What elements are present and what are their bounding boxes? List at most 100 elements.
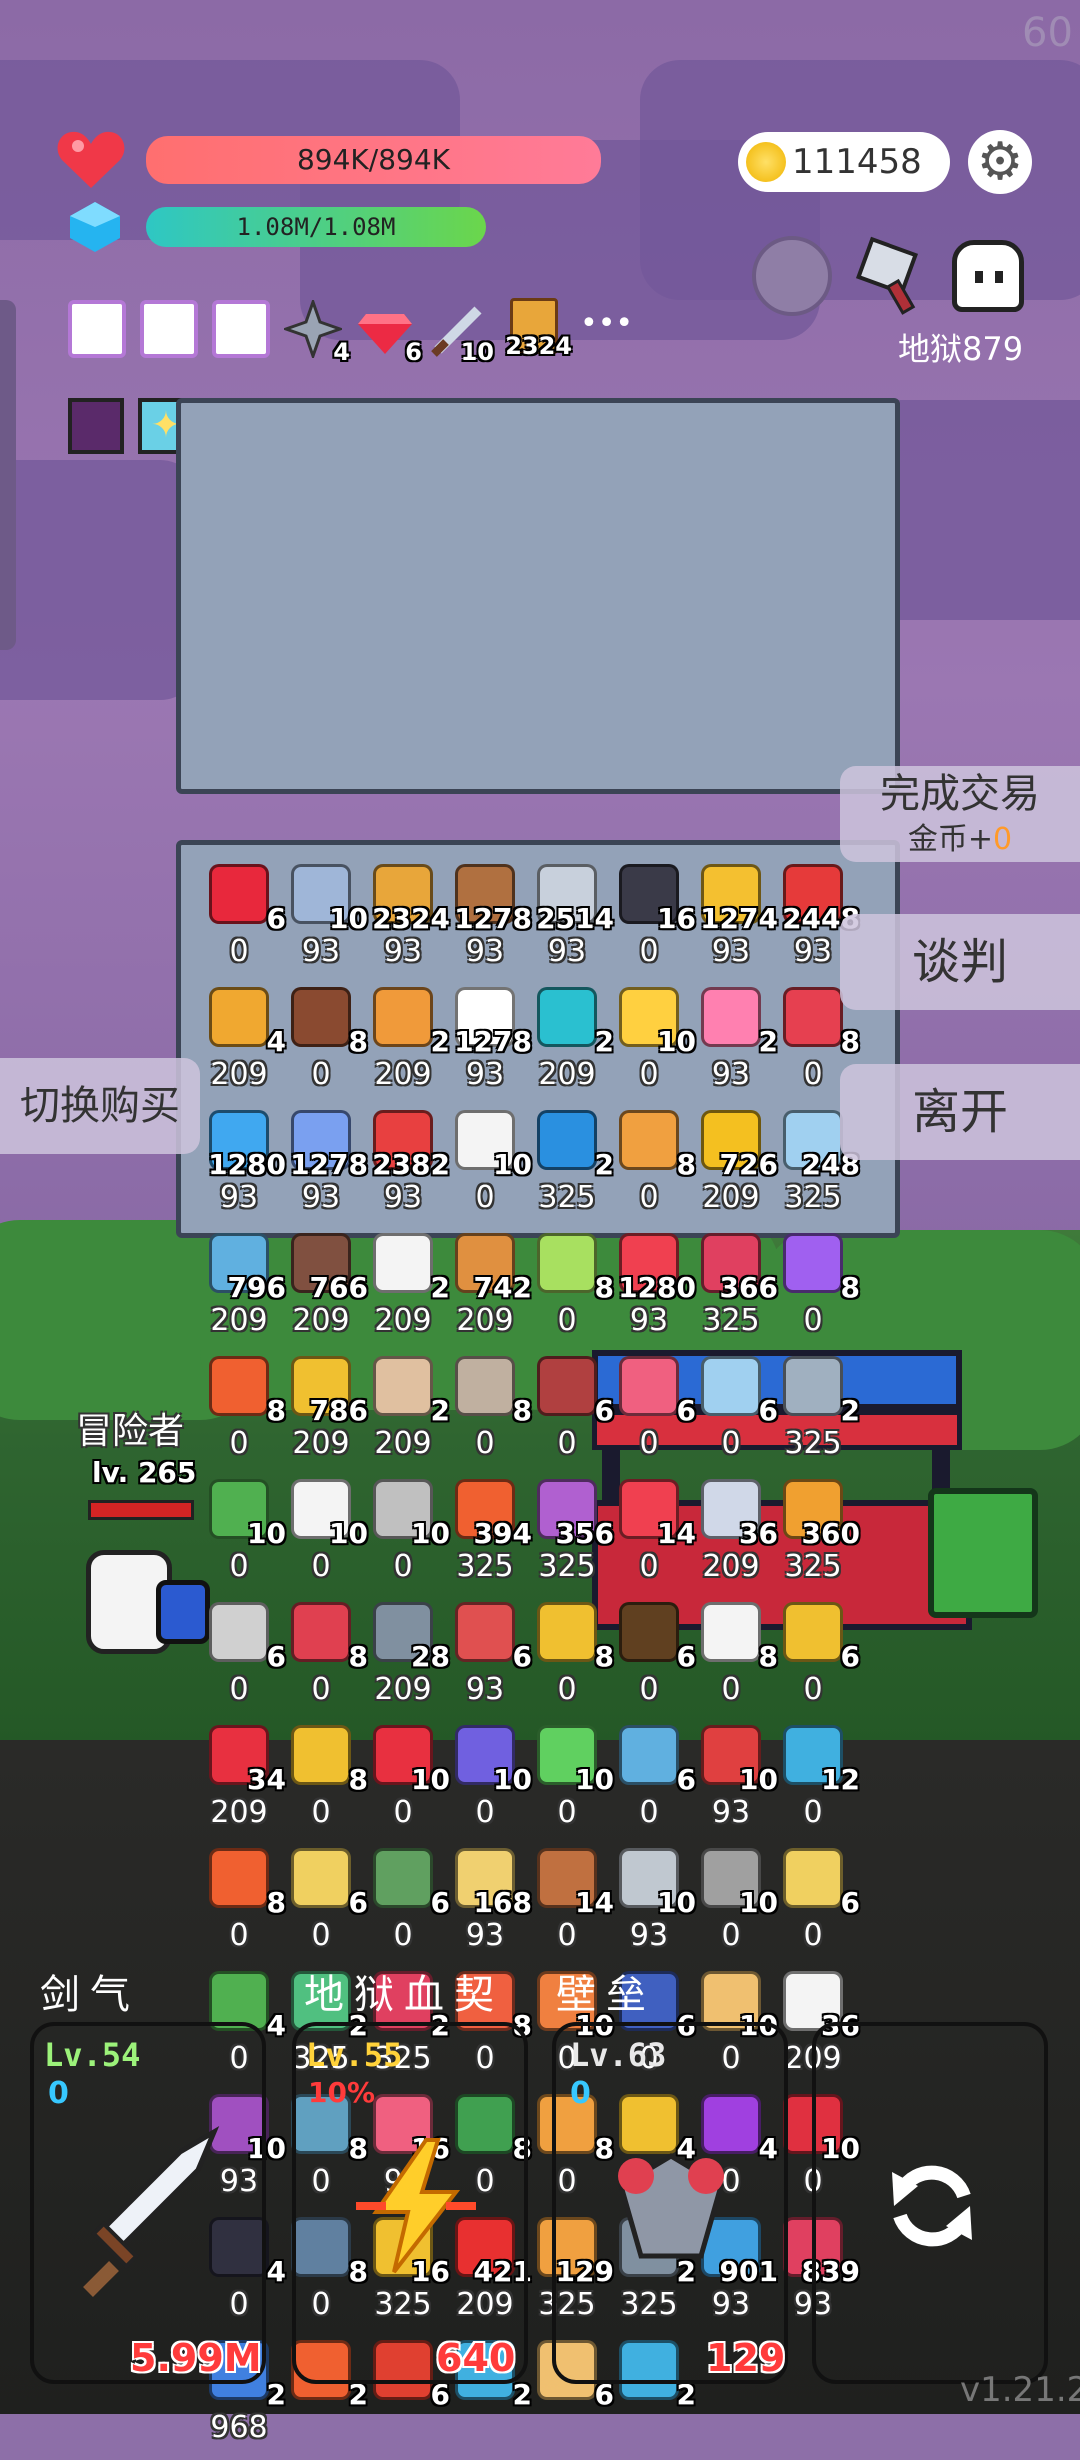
item-slot[interactable]: 10 0 bbox=[444, 1723, 532, 1845]
item-slot[interactable]: 766 209 bbox=[280, 1231, 368, 1353]
item-slot[interactable]: 360 325 bbox=[772, 1477, 860, 1599]
item-slot[interactable]: 80 bbox=[526, 1231, 614, 1353]
item-slot[interactable]: 80 bbox=[280, 1600, 368, 1722]
item-slot[interactable]: 10 93 bbox=[280, 862, 368, 984]
item-price: 0 bbox=[475, 1180, 495, 1215]
item-slot[interactable]: 356 325 bbox=[526, 1477, 614, 1599]
demon-mask-icon[interactable] bbox=[68, 398, 124, 454]
item-slot[interactable]: 2 209 bbox=[526, 985, 614, 1107]
item-slot[interactable]: 80 bbox=[772, 1231, 860, 1353]
item-slot[interactable]: 60 bbox=[526, 1354, 614, 1476]
item-slot[interactable]: 80 bbox=[280, 985, 368, 1107]
item-slot[interactable]: 60 bbox=[198, 862, 286, 984]
item-slot[interactable]: 10 0 bbox=[444, 1108, 532, 1230]
tome-icon[interactable]: 2324 bbox=[505, 294, 572, 360]
item-slot[interactable]: 80 bbox=[608, 1108, 696, 1230]
item-slot[interactable]: 10 93 bbox=[608, 1846, 696, 1968]
item-slot[interactable]: 10 0 bbox=[526, 1723, 614, 1845]
cleaver-icon[interactable] bbox=[850, 236, 930, 316]
item-price: 0 bbox=[229, 1672, 249, 1707]
card-icon[interactable] bbox=[140, 300, 198, 358]
item-slot[interactable]: 10 0 bbox=[198, 1477, 286, 1599]
item-slot[interactable]: 10 0 bbox=[280, 1477, 368, 1599]
item-slot[interactable]: 80 bbox=[198, 1846, 286, 1968]
dagger-icon[interactable]: 10 bbox=[428, 300, 494, 366]
side-drawer-handle[interactable] bbox=[0, 300, 16, 650]
item-slot[interactable]: 786 209 bbox=[280, 1354, 368, 1476]
item-slot[interactable]: 2 325 bbox=[526, 1108, 614, 1230]
item-slot[interactable]: 796 209 bbox=[198, 1231, 286, 1353]
more-buffs-button[interactable]: ••• bbox=[580, 306, 633, 341]
item-slot[interactable]: 10 0 bbox=[362, 1723, 450, 1845]
item-slot[interactable]: 394 325 bbox=[444, 1477, 532, 1599]
item-slot[interactable]: 2514 93 bbox=[526, 862, 614, 984]
item-slot[interactable]: 60 bbox=[690, 1354, 778, 1476]
item-slot[interactable]: 10 93 bbox=[690, 1723, 778, 1845]
item-slot[interactable]: 2324 93 bbox=[362, 862, 450, 984]
negotiate-button[interactable]: 谈判 bbox=[840, 914, 1080, 1010]
item-slot[interactable]: 80 bbox=[198, 1354, 286, 1476]
item-slot[interactable]: 1280 93 bbox=[608, 1231, 696, 1353]
skill-slot-bulwark[interactable]: Lv.63 0 129 bbox=[552, 2022, 788, 2384]
shuriken-icon[interactable]: 4 bbox=[281, 297, 350, 366]
item-slot[interactable]: 34 209 bbox=[198, 1723, 286, 1845]
item-slot[interactable]: 60 bbox=[362, 1846, 450, 1968]
item-slot[interactable]: 2382 93 bbox=[362, 1108, 450, 1230]
item-slot[interactable]: 10 0 bbox=[362, 1477, 450, 1599]
item-quantity: 2514 bbox=[536, 902, 614, 935]
item-slot[interactable]: 80 bbox=[526, 1600, 614, 1722]
adventurer-hp-bar bbox=[88, 1500, 194, 1520]
switch-buy-button[interactable]: 切换购买 bbox=[0, 1058, 200, 1154]
item-slot[interactable]: 2 93 bbox=[690, 985, 778, 1107]
item-slot[interactable]: 726 209 bbox=[690, 1108, 778, 1230]
item-slot[interactable]: 742 209 bbox=[444, 1231, 532, 1353]
item-slot[interactable]: 16 0 bbox=[608, 862, 696, 984]
item-slot[interactable]: 366 325 bbox=[690, 1231, 778, 1353]
ghost-portrait-icon[interactable] bbox=[752, 236, 832, 316]
item-slot[interactable]: 2 209 bbox=[362, 985, 450, 1107]
card-icon[interactable] bbox=[212, 300, 270, 358]
settings-gear-icon[interactable]: ⚙ bbox=[968, 130, 1032, 194]
item-price: 93 bbox=[301, 934, 341, 969]
lightning-icon bbox=[346, 2136, 486, 2280]
item-slot[interactable]: 10 0 bbox=[690, 1846, 778, 1968]
item-slot[interactable]: 6 93 bbox=[444, 1600, 532, 1722]
item-slot[interactable]: 12 0 bbox=[772, 1723, 860, 1845]
item-slot[interactable]: 168 93 bbox=[444, 1846, 532, 1968]
item-slot[interactable]: 1274 93 bbox=[690, 862, 778, 984]
skill-slot-sword[interactable]: Lv.54 0 5.99M bbox=[30, 2022, 266, 2384]
item-slot[interactable]: 36 209 bbox=[690, 1477, 778, 1599]
item-slot[interactable]: 80 bbox=[690, 1600, 778, 1722]
item-slot[interactable]: 2 325 bbox=[772, 1354, 860, 1476]
item-slot[interactable]: 10 0 bbox=[608, 985, 696, 1107]
complete-trade-button[interactable]: 完成交易 金币+0 bbox=[840, 766, 1080, 862]
item-slot[interactable]: 1278 93 bbox=[444, 862, 532, 984]
leave-button[interactable]: 离开 bbox=[840, 1064, 1080, 1160]
refresh-skill-slot[interactable] bbox=[812, 2022, 1048, 2384]
item-slot[interactable]: 80 bbox=[444, 1354, 532, 1476]
refresh-icon[interactable] bbox=[882, 2156, 982, 2260]
item-slot[interactable]: 14 0 bbox=[608, 1477, 696, 1599]
item-slot[interactable]: 60 bbox=[280, 1846, 368, 1968]
item-slot[interactable]: 4 209 bbox=[198, 985, 286, 1107]
item-slot[interactable]: 28 209 bbox=[362, 1600, 450, 1722]
item-slot[interactable]: 1278 93 bbox=[444, 985, 532, 1107]
armor-icon bbox=[455, 1602, 515, 1662]
item-slot[interactable]: 1280 93 bbox=[198, 1108, 286, 1230]
item-slot[interactable]: 1278 93 bbox=[280, 1108, 368, 1230]
item-slot[interactable]: 2 209 bbox=[362, 1354, 450, 1476]
ruby-icon[interactable]: 6 bbox=[356, 300, 422, 366]
adventurer-label: 冒险者 bbox=[76, 1411, 185, 1452]
skull-hell-icon[interactable] bbox=[952, 240, 1024, 312]
item-slot[interactable]: 14 0 bbox=[526, 1846, 614, 1968]
item-slot[interactable]: 60 bbox=[608, 1354, 696, 1476]
item-slot[interactable]: 60 bbox=[772, 1846, 860, 1968]
card-icon[interactable] bbox=[68, 300, 126, 358]
item-slot[interactable]: 60 bbox=[608, 1600, 696, 1722]
item-slot[interactable]: 60 bbox=[198, 1600, 286, 1722]
item-slot[interactable]: 60 bbox=[772, 1600, 860, 1722]
item-slot[interactable]: 2 209 bbox=[362, 1231, 450, 1353]
skill-slot-hell-pact[interactable]: Lv.55 10% 640 bbox=[292, 2022, 528, 2384]
item-slot[interactable]: 60 bbox=[608, 1723, 696, 1845]
item-slot[interactable]: 80 bbox=[280, 1723, 368, 1845]
